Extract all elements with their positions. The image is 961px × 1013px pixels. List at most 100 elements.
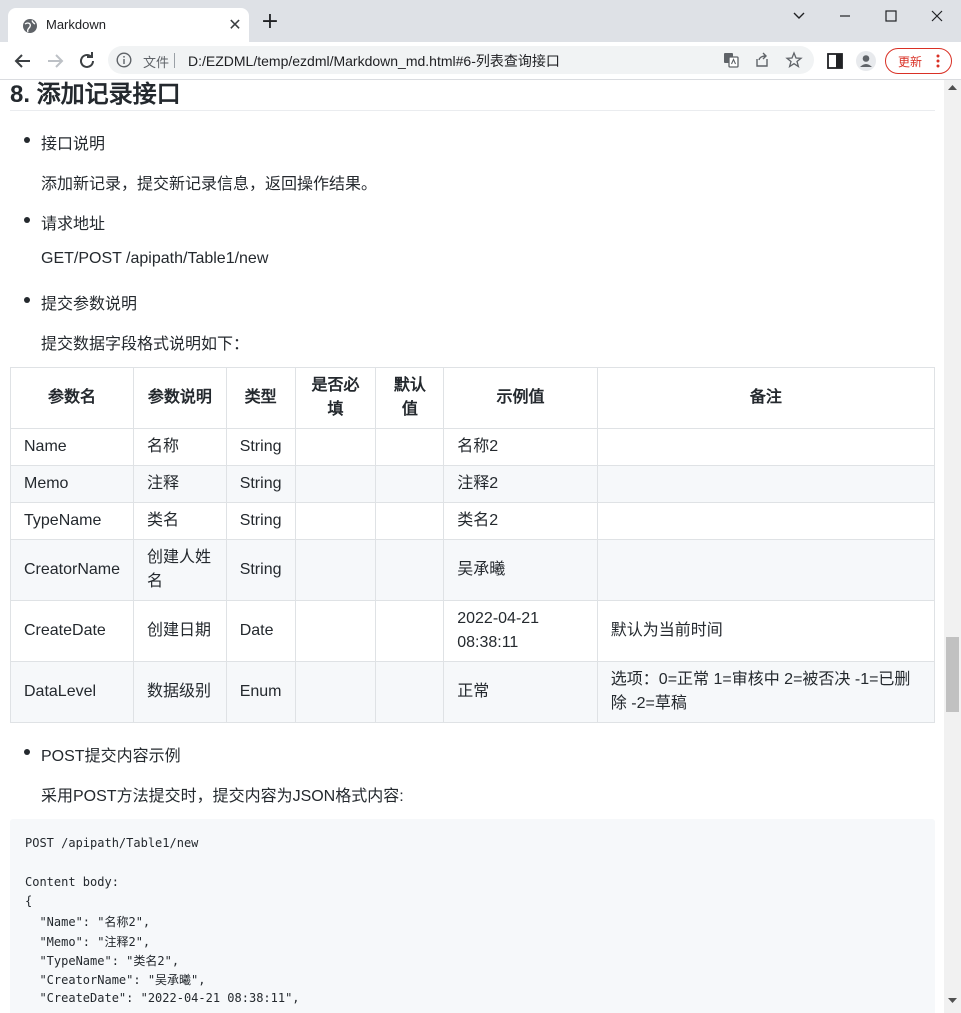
table-cell — [294, 600, 377, 662]
code-line: "CreateDate": "2022-04-21 08:38:11", — [25, 991, 300, 1005]
table-cell — [596, 539, 936, 601]
table-cell — [375, 428, 445, 466]
table-cell: String — [225, 539, 296, 601]
url-text[interactable]: D:/EZDML/temp/ezdml/Markdown_md.html#6-列… — [188, 51, 560, 71]
table-cell — [375, 465, 445, 503]
table-cell — [375, 661, 445, 723]
table-row: CreateDate 创建日期 Date 2022-04-21 08:38:11… — [9, 600, 936, 662]
tab-title: Markdown — [46, 17, 106, 32]
table-cell: 数据级别 — [133, 661, 227, 723]
table-cell: String — [225, 502, 296, 540]
section-heading: 8. 添加记录接口 — [10, 81, 181, 108]
new-tab-plus-icon[interactable]: + — [260, 11, 280, 33]
item-label-address: 请求地址 — [41, 216, 106, 233]
minimize-icon[interactable] — [822, 4, 868, 28]
file-scheme-label: 文件 — [143, 55, 170, 70]
table-cell: String — [225, 465, 296, 503]
item-text-params: 提交数据字段格式说明如下： — [41, 336, 250, 353]
heading-rule — [10, 110, 935, 111]
table-cell: String — [225, 428, 296, 466]
table-cell: 注释 — [133, 465, 227, 503]
profile-avatar-icon[interactable] — [855, 50, 877, 72]
maximize-icon[interactable] — [868, 4, 914, 28]
item-label-interface: 接口说明 — [41, 136, 106, 153]
header-cell: 示例值 — [443, 367, 598, 429]
address-bar[interactable]: 文件 D:/EZDML/temp/ezdml/Markdown_md.html#… — [108, 46, 814, 74]
code-line: "TypeName": "类名2", — [25, 954, 180, 968]
table-cell — [596, 502, 936, 540]
table-cell: 正常 — [443, 661, 598, 723]
header-cell: 参数名 — [9, 367, 135, 429]
table-cell — [375, 502, 445, 540]
table-cell: 类名2 — [443, 502, 598, 540]
close-window-icon[interactable] — [914, 4, 960, 28]
table-cell: CreatorName — [9, 539, 135, 601]
update-button[interactable]: 更新 — [885, 48, 952, 74]
table-row: CreatorName 创建人姓名 String 吴承曦 — [9, 539, 936, 601]
table-cell: 名称 — [133, 428, 227, 466]
table-cell: Memo — [9, 465, 135, 503]
table-row: TypeName 类名 String 类名2 — [9, 502, 936, 540]
tab-strip: Markdown ✕ + — [0, 0, 961, 42]
table-cell — [375, 600, 445, 662]
table-row: Memo 注释 String 注释2 — [9, 465, 936, 503]
tab-search-chevron-icon[interactable] — [776, 4, 822, 28]
table-cell: 类名 — [133, 502, 227, 540]
back-arrow-icon[interactable] — [12, 50, 34, 72]
table-cell: Date — [225, 600, 296, 662]
table-header-row: 参数名 参数说明 类型 是否必填 默认值 示例值 备注 — [9, 367, 936, 429]
table-cell: 默认为当前时间 — [596, 600, 936, 662]
bullet-dot — [24, 749, 30, 755]
omnibox-divider — [174, 53, 175, 68]
table-cell — [294, 539, 377, 601]
table-row: DataLevel 数据级别 Enum 正常 选项：0=正常 1=审核中 2=被… — [9, 661, 936, 723]
table-cell: CreateDate — [9, 600, 135, 662]
table-cell: 名称2 — [443, 428, 598, 466]
update-label: 更新 — [898, 55, 923, 69]
bullet-dot — [24, 137, 30, 143]
table-cell: 选项：0=正常 1=审核中 2=被否决 -1=已删除 -2=草稿 — [596, 661, 936, 723]
scroll-up-arrow-icon[interactable] — [948, 84, 957, 90]
page-viewport: 8. 添加记录接口 接口说明 添加新记录，提交新记录信息，返回操作结果。 请求地… — [0, 80, 944, 1013]
bookmark-star-icon[interactable] — [785, 51, 803, 69]
table-cell: TypeName — [9, 502, 135, 540]
browser-tab[interactable]: Markdown ✕ — [8, 8, 249, 42]
table-cell: DataLevel — [9, 661, 135, 723]
bullet-dot — [24, 297, 30, 303]
forward-arrow-icon[interactable] — [44, 50, 66, 72]
table-cell — [294, 465, 377, 503]
header-cell: 参数说明 — [133, 367, 227, 429]
table-row: Name 名称 String 名称2 — [9, 428, 936, 466]
reload-icon[interactable] — [76, 50, 98, 72]
info-icon[interactable] — [116, 52, 132, 68]
code-line: "CreatorName": "吴承曦", — [25, 973, 206, 987]
table-cell — [375, 539, 445, 601]
table-cell — [294, 502, 377, 540]
header-cell: 备注 — [596, 367, 936, 429]
table-cell — [596, 428, 936, 466]
code-line: "Name": "名称2", — [25, 915, 151, 929]
code-line: { — [25, 894, 33, 908]
scrollbar-thumb[interactable] — [946, 637, 959, 712]
scroll-down-arrow-icon[interactable] — [948, 998, 957, 1004]
bullet-dot — [24, 217, 30, 223]
table-cell: 创建日期 — [133, 600, 227, 662]
tab-close-icon[interactable]: ✕ — [226, 16, 244, 34]
globe-icon — [23, 19, 37, 33]
table-cell — [294, 661, 377, 723]
table-cell: 注释2 — [443, 465, 598, 503]
item-text-address: GET/POST /apipath/Table1/new — [41, 250, 269, 267]
code-line: POST /apipath/Table1/new — [25, 836, 199, 850]
table-cell — [294, 428, 377, 466]
header-cell: 类型 — [225, 367, 296, 429]
item-text-post-example: 采用POST方法提交时，提交内容为JSON格式内容: — [41, 788, 404, 805]
params-table: 参数名 参数说明 类型 是否必填 默认值 示例值 备注 Name 名称 Stri… — [9, 367, 936, 723]
table-cell — [596, 465, 936, 503]
more-menu-icon[interactable] — [934, 54, 942, 68]
share-icon[interactable] — [753, 51, 771, 69]
translate-icon[interactable] — [722, 51, 740, 69]
code-line: "Memo": "注释2", — [25, 935, 151, 949]
side-panel-icon[interactable] — [824, 50, 846, 72]
browser-toolbar: 文件 D:/EZDML/temp/ezdml/Markdown_md.html#… — [0, 42, 961, 80]
vertical-scrollbar[interactable] — [944, 80, 961, 1013]
